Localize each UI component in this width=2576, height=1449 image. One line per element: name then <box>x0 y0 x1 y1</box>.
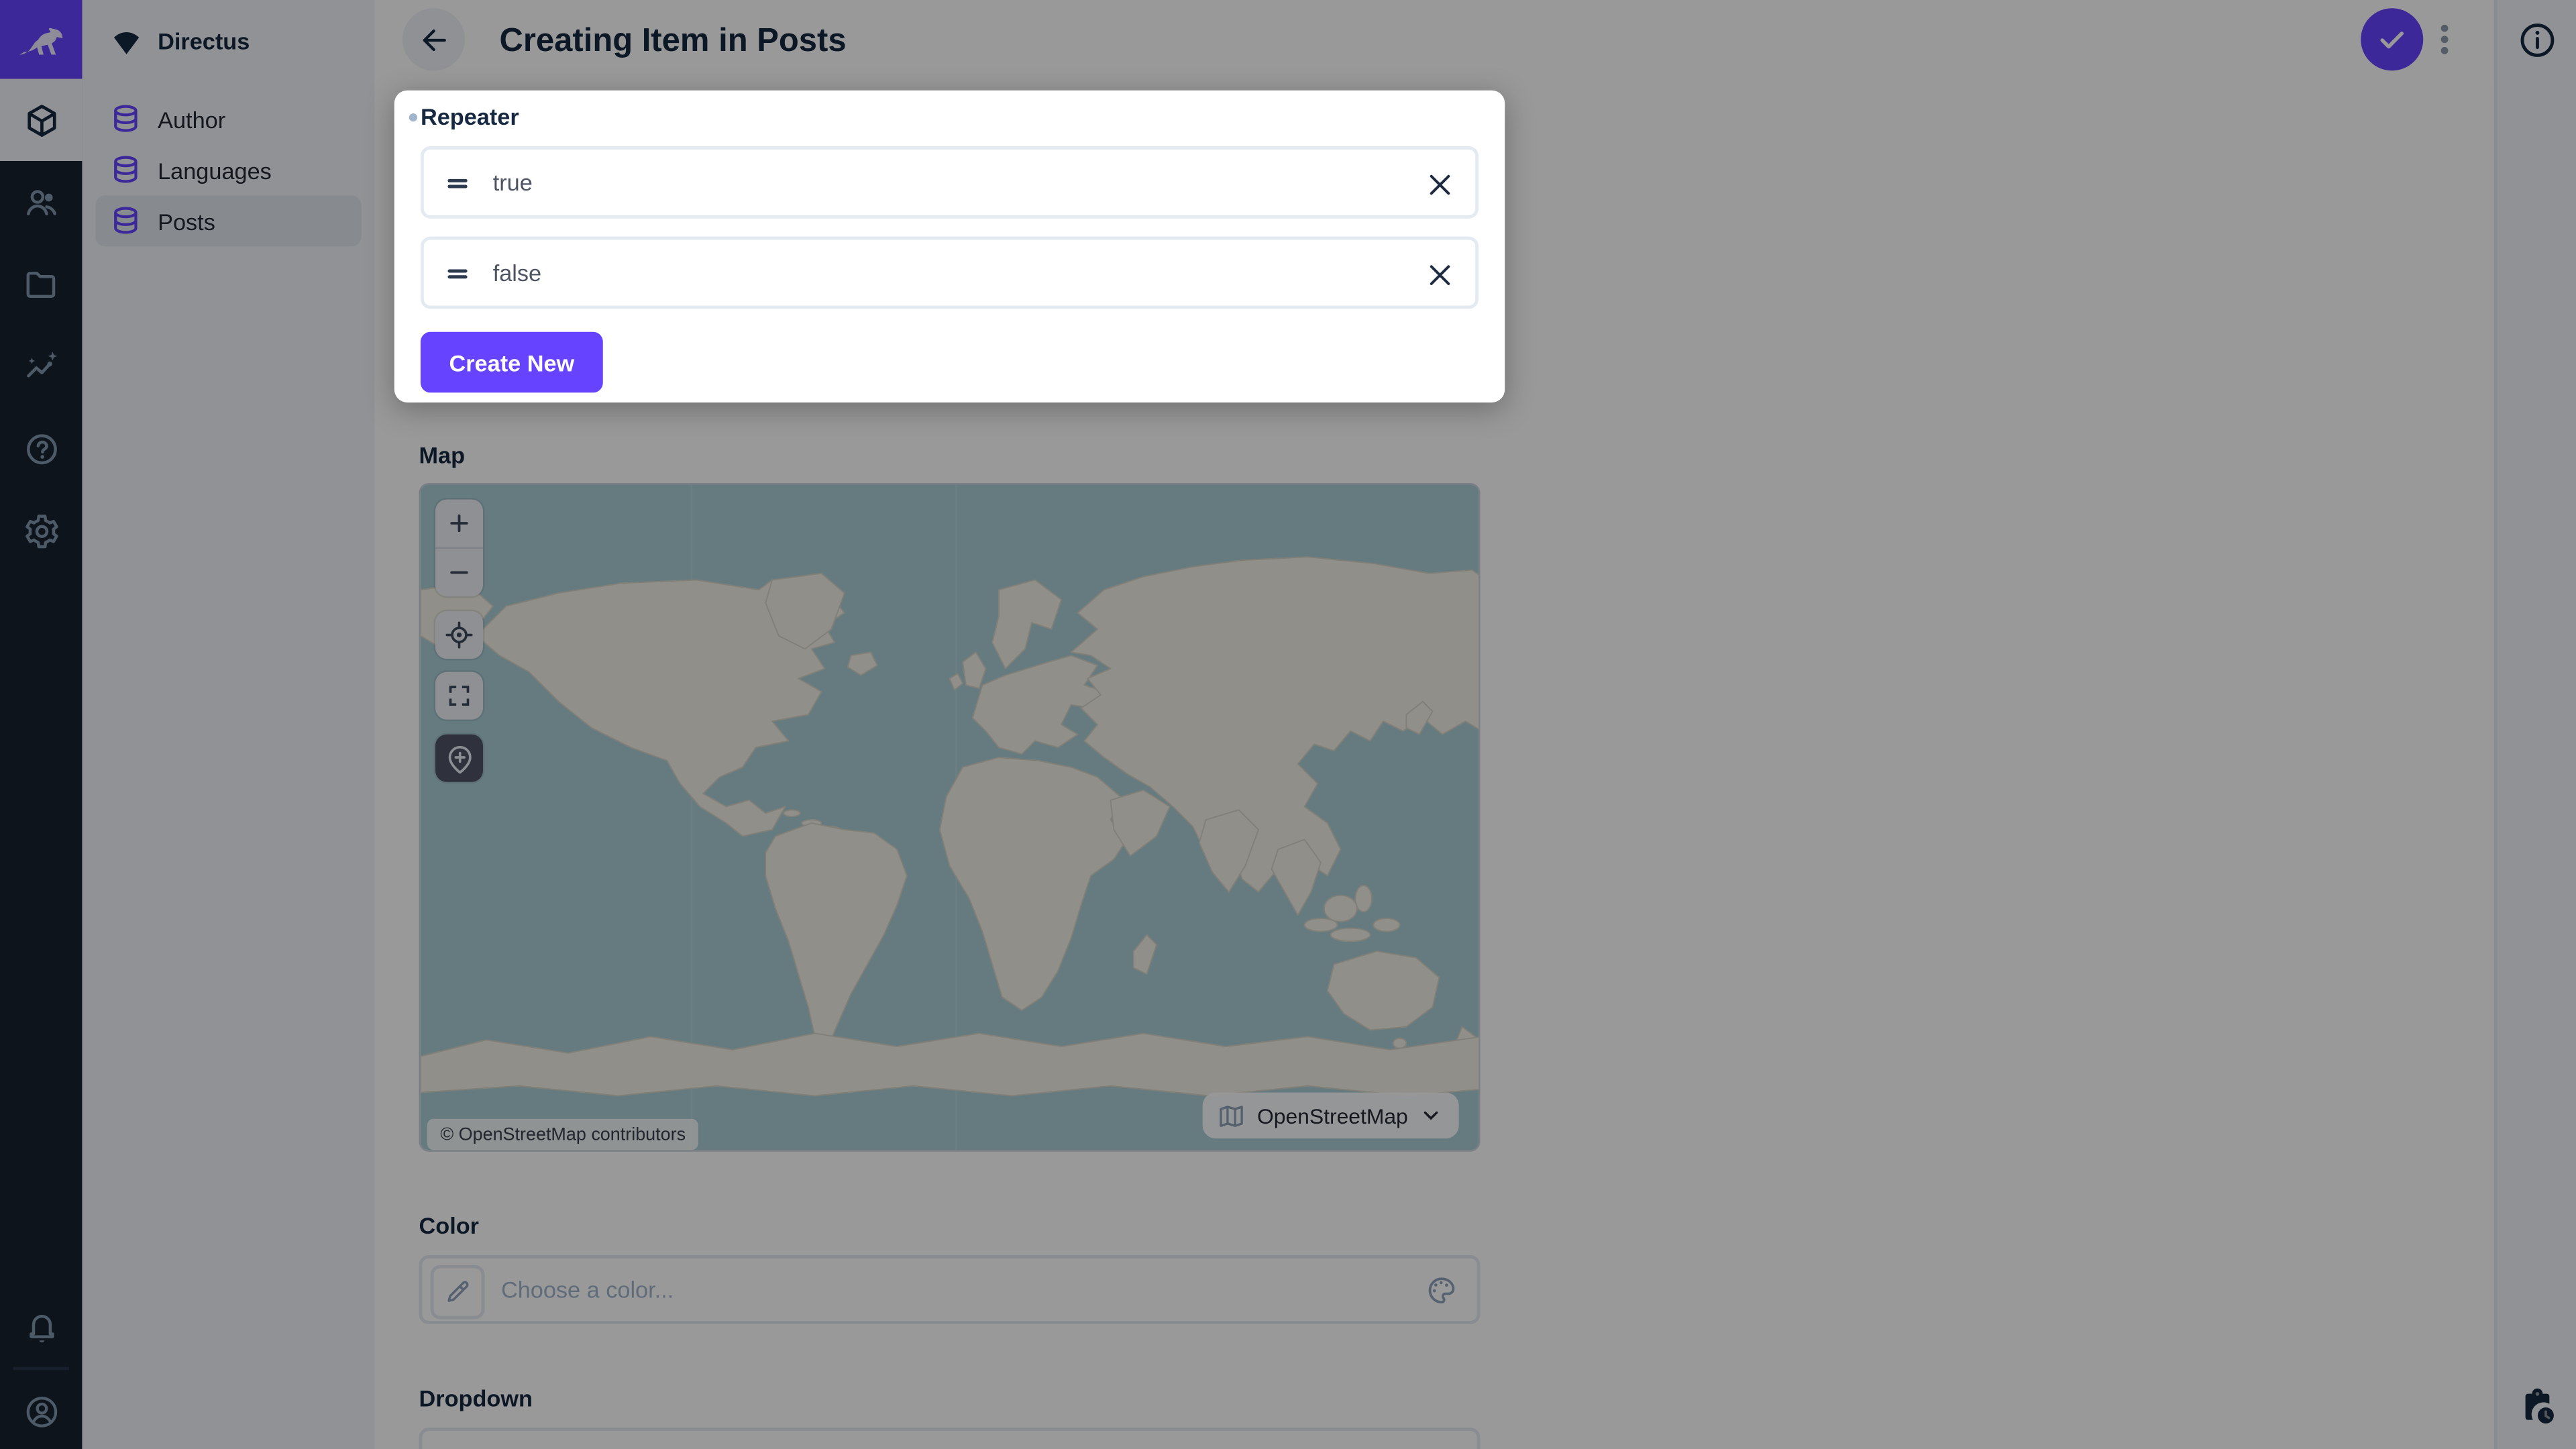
close-icon <box>1424 260 1456 291</box>
repeater-item-value: false <box>493 260 541 286</box>
remove-item-button[interactable] <box>1424 169 1456 201</box>
drag-handle-icon[interactable] <box>443 259 472 287</box>
app-window: Directus Author Languages Posts <box>0 0 2576 1449</box>
field-edited-dot <box>409 113 417 121</box>
repeater-item-value: true <box>493 169 533 195</box>
repeater-field-label: Repeater <box>421 103 519 129</box>
repeater-item-row[interactable]: false <box>421 237 1479 309</box>
remove-item-button[interactable] <box>1424 260 1456 291</box>
create-new-button[interactable]: Create New <box>421 332 603 393</box>
repeater-popover: Repeater true false Create New <box>394 91 1505 402</box>
repeater-item-row[interactable]: true <box>421 146 1479 219</box>
close-icon <box>1424 169 1456 201</box>
drag-handle-icon[interactable] <box>443 168 472 197</box>
